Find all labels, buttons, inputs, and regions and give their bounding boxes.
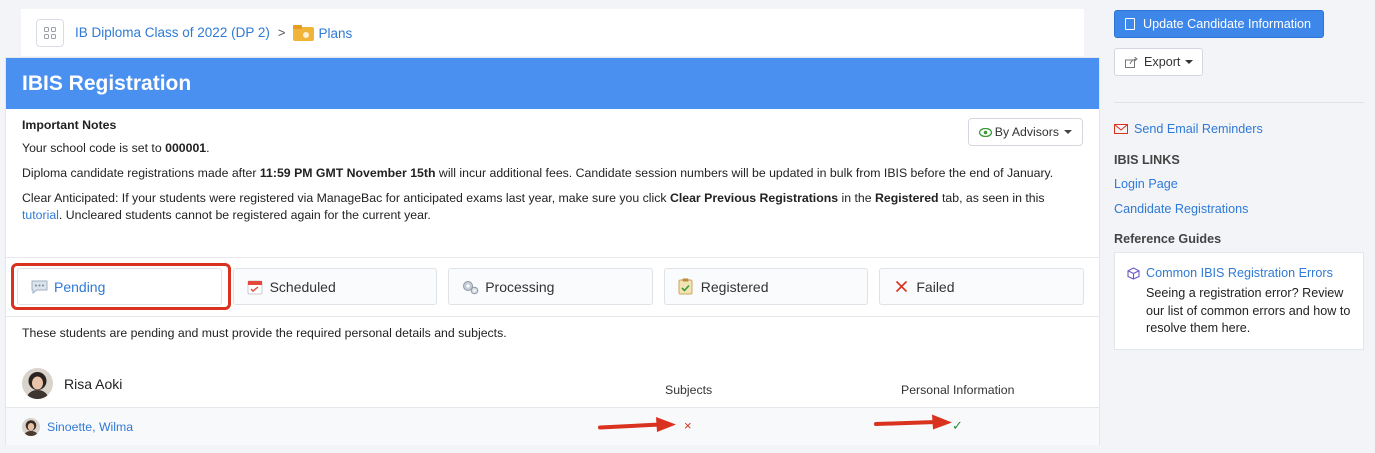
avatar: [22, 418, 40, 436]
update-candidate-information-button[interactable]: Update Candidate Information: [1114, 10, 1324, 38]
common-errors-label: Common IBIS Registration Errors: [1146, 266, 1333, 280]
annotation-arrow-icon: [598, 417, 676, 432]
send-email-reminders-link[interactable]: Send Email Reminders: [1114, 122, 1263, 136]
guide-description: Seeing a registration error? Review our …: [1146, 286, 1351, 335]
deadline-text: Diploma candidate registrations made aft…: [22, 166, 1054, 180]
calendar-icon: [246, 278, 264, 296]
common-errors-link[interactable]: Common IBIS Registration Errors: [1127, 266, 1351, 280]
send-email-reminders-label: Send Email Reminders: [1134, 122, 1263, 136]
chevron-down-icon: [1185, 60, 1194, 64]
student-name-link[interactable]: Sinoette, Wilma: [47, 420, 133, 434]
export-label: Export: [1144, 55, 1181, 69]
divider: [6, 316, 1099, 317]
breadcrumb-plans-label: Plans: [318, 25, 353, 41]
folder-icon: [293, 24, 315, 41]
reference-guides-heading: Reference Guides: [1114, 232, 1222, 246]
page-title: IBIS Registration: [6, 58, 1099, 109]
clipboard-check-icon: [677, 278, 695, 296]
clear-anticipated-text: Clear Anticipated: If your students were…: [22, 191, 1045, 222]
update-button-label: Update Candidate Information: [1143, 17, 1312, 31]
avatar: [22, 368, 53, 399]
pending-description: These students are pending and must prov…: [22, 326, 507, 340]
column-header-personal-information: Personal Information: [901, 383, 1015, 397]
tab-scheduled-label: Scheduled: [269, 278, 336, 295]
tab-scheduled[interactable]: Scheduled: [232, 268, 438, 305]
pending-tab-highlight: [11, 263, 231, 310]
sidebar: Update Candidate Information Export Send…: [1114, 0, 1364, 453]
important-notes: Important Notes Your school code is set …: [6, 109, 1099, 224]
school-code-text: Your school code is set to 000001.: [22, 141, 210, 155]
export-button[interactable]: Export: [1114, 48, 1203, 76]
subjects-status-x-icon: ×: [684, 418, 692, 433]
tab-failed-label: Failed: [916, 278, 955, 295]
tab-registered[interactable]: Registered: [663, 268, 869, 305]
x-icon: [892, 278, 910, 296]
breadcrumb-class-link[interactable]: IB Diploma Class of 2022 (DP 2): [75, 25, 270, 40]
tutorial-link[interactable]: tutorial: [22, 208, 59, 222]
breadcrumb: IB Diploma Class of 2022 (DP 2) > Plans: [21, 9, 1084, 56]
tab-processing-label: Processing: [485, 278, 555, 295]
login-page-link[interactable]: Login Page: [1114, 177, 1178, 191]
annotation-arrow-icon: [874, 414, 952, 430]
document-icon: [1125, 18, 1135, 30]
by-advisors-dropdown[interactable]: By Advisors: [967, 118, 1083, 146]
notes-heading: Important Notes: [22, 118, 117, 132]
candidate-registrations-link[interactable]: Candidate Registrations: [1114, 202, 1248, 216]
column-header-subjects: Subjects: [665, 383, 713, 397]
advisor-group-header: Risa Aoki: [22, 368, 122, 399]
envelope-icon: [1114, 124, 1128, 134]
advisor-name: Risa Aoki: [64, 375, 123, 392]
student-cell: Sinoette, Wilma: [22, 418, 133, 436]
tab-failed[interactable]: Failed: [879, 268, 1084, 305]
by-advisors-label: By Advisors: [994, 124, 1059, 139]
eye-icon: [978, 127, 992, 137]
breadcrumb-plans-link[interactable]: Plans: [293, 24, 353, 41]
share-icon: [1125, 56, 1138, 68]
reference-guide-card: Common IBIS Registration Errors Seeing a…: [1114, 252, 1364, 350]
chevron-down-icon: [1064, 130, 1072, 134]
divider: [1114, 102, 1364, 103]
ibis-links-heading: IBIS LINKS: [1114, 153, 1180, 167]
gears-icon: [461, 278, 479, 296]
tab-registered-label: Registered: [700, 278, 769, 295]
apps-grid-icon[interactable]: [36, 18, 64, 47]
registration-card: IBIS Registration Important Notes Your s…: [5, 57, 1100, 445]
breadcrumb-separator: >: [277, 25, 286, 40]
cube-icon: [1127, 266, 1140, 280]
tab-processing[interactable]: Processing: [448, 268, 653, 305]
divider: [6, 257, 1099, 258]
